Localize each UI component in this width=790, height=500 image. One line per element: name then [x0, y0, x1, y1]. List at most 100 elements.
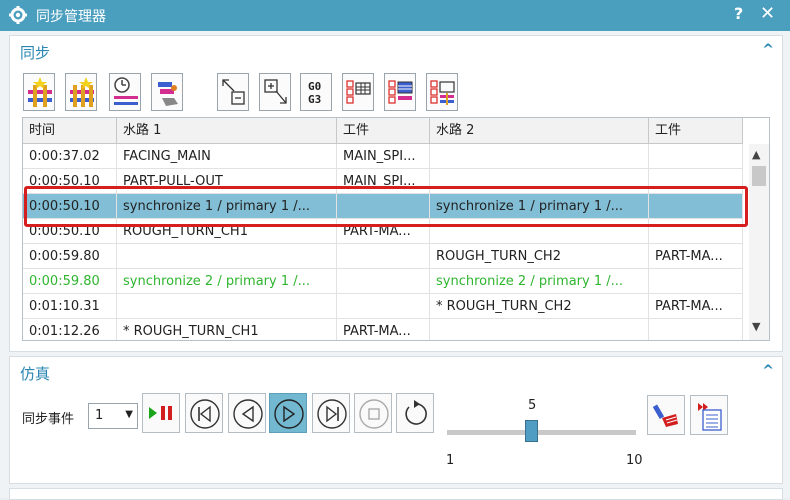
- table-cell-time: 0:00:50.10: [23, 194, 117, 219]
- clock-icon: [114, 77, 138, 105]
- play-pause-button[interactable]: [142, 393, 180, 433]
- table-cell-wp1: [337, 269, 430, 294]
- table-row[interactable]: 0:00:50.10 PART-PULL-OUT MAIN_SPI...: [23, 169, 743, 194]
- expand-view-button[interactable]: [259, 73, 291, 111]
- machine-tool-icon: [652, 404, 678, 427]
- speed-slider-track[interactable]: [447, 430, 636, 435]
- table-cell-wp2: [649, 194, 743, 219]
- column-header-time[interactable]: 时间: [23, 118, 117, 144]
- table-cell-time: 0:01:10.31: [23, 294, 117, 319]
- table-cell-ch1: ROUGH_TURN_CH1: [117, 219, 337, 244]
- table-cell-wp1: MAIN_SPI...: [337, 144, 430, 169]
- add-sync-point-button[interactable]: [23, 73, 55, 111]
- g0-g3-button[interactable]: G0 G3: [300, 73, 332, 111]
- add-sync-ops-button[interactable]: [65, 73, 97, 111]
- table-row[interactable]: 0:00:59.80 ROUGH_TURN_CH2 PART-MA...: [23, 244, 743, 269]
- table-cell-wp1: [337, 244, 430, 269]
- window-title: 同步管理器: [36, 9, 106, 25]
- table-cell-ch1: * ROUGH_TURN_CH1: [117, 319, 337, 340]
- table-cell-time: 0:00:59.80: [23, 269, 117, 294]
- table-row[interactable]: 0:01:12.26 * ROUGH_TURN_CH1 PART-MA...: [23, 319, 743, 340]
- arrow-down-right-box-icon: [264, 79, 287, 104]
- sync-event-select[interactable]: 1 ▼: [88, 403, 138, 429]
- column-header-channel-2[interactable]: 水路 2: [430, 118, 649, 144]
- add-sync-point-icon: [28, 77, 52, 107]
- table-header: 时间 水路 1 工件 水路 2 工件: [23, 118, 743, 144]
- close-button[interactable]: ✕: [760, 3, 775, 24]
- table-cell-wp1: MAIN_SPI...: [337, 169, 430, 194]
- step-forward-button[interactable]: [269, 393, 307, 433]
- table-cell-wp2: [649, 219, 743, 244]
- collapse-view-button[interactable]: [217, 73, 249, 111]
- table-cell-ch2: [430, 219, 649, 244]
- title-bar[interactable]: 同步管理器 ? ✕: [0, 0, 790, 31]
- table-scrollbar[interactable]: ▲ ▼: [749, 144, 769, 340]
- table-cell-ch1: synchronize 2 / primary 1 /...: [117, 269, 337, 294]
- scroll-up-icon[interactable]: ▲: [752, 148, 760, 161]
- speed-slider-thumb[interactable]: [525, 420, 538, 442]
- stop-button[interactable]: [354, 393, 392, 433]
- column-header-channel-1[interactable]: 水路 1: [117, 118, 337, 144]
- table-cell-ch2: [430, 319, 649, 340]
- first-step-button[interactable]: [185, 393, 223, 433]
- arrow-up-left-box-icon: [222, 79, 245, 105]
- simulation-section-title: 仿真: [20, 365, 51, 383]
- table-cell-wp2: PART-MA...: [649, 244, 743, 269]
- table-cell-ch2: * ROUGH_TURN_CH2: [430, 294, 649, 319]
- list-view-button[interactable]: [342, 73, 374, 111]
- channel-grid-icon: [430, 80, 455, 105]
- table-row[interactable]: 0:01:10.31 * ROUGH_TURN_CH2 PART-MA...: [23, 294, 743, 319]
- scroll-down-icon[interactable]: ▼: [752, 320, 760, 333]
- table-cell-wp2: PART-MA...: [649, 294, 743, 319]
- table-cell-ch1: FACING_MAIN: [117, 144, 337, 169]
- event-list-button[interactable]: [690, 395, 728, 435]
- timing-button[interactable]: [109, 73, 141, 111]
- table-row[interactable]: 0:00:50.10 ROUGH_TURN_CH1 PART-MA...: [23, 219, 743, 244]
- channel-view-button[interactable]: [426, 73, 458, 111]
- step-back-button[interactable]: [228, 393, 266, 433]
- collapse-sync-caret-icon[interactable]: ^: [762, 42, 774, 58]
- simulation-settings-button[interactable]: [647, 395, 685, 435]
- step-back-icon: [233, 399, 263, 429]
- help-button[interactable]: ?: [734, 4, 743, 23]
- table-row[interactable]: 0:00:50.10 synchronize 1 / primary 1 /...…: [23, 194, 743, 219]
- column-header-workpiece-2[interactable]: 工件: [649, 118, 743, 144]
- stop-icon: [359, 399, 389, 429]
- table-row[interactable]: 0:00:59.80 synchronize 2 / primary 1 /...…: [23, 269, 743, 294]
- step-forward-icon: [274, 399, 304, 429]
- reset-icon: [405, 400, 427, 425]
- sync-settings-button[interactable]: [151, 73, 183, 111]
- sync-event-label: 同步事件: [22, 412, 75, 427]
- sync-settings-icon: [158, 82, 178, 106]
- chevron-down-icon: ▼: [125, 409, 133, 420]
- sync-manager-window: 同步管理器 ? ✕ 同步 ^ G0 G3 时间 水路 1 工件 水路 2 工件 …: [0, 0, 790, 500]
- table-cell-ch2: synchronize 2 / primary 1 /...: [430, 269, 649, 294]
- table-cell-wp2: [649, 144, 743, 169]
- scroll-thumb[interactable]: [752, 166, 766, 186]
- table-cell-time: 0:00:50.10: [23, 169, 117, 194]
- gear-icon: [9, 6, 27, 24]
- table-cell-ch1: PART-PULL-OUT: [117, 169, 337, 194]
- table-cell-wp2: [649, 269, 743, 294]
- table-cell-ch1: [117, 244, 337, 269]
- list-view-alt-button[interactable]: [384, 73, 416, 111]
- slider-min-label: 1: [446, 453, 455, 468]
- sync-event-value: 1: [95, 408, 104, 423]
- column-header-workpiece-1[interactable]: 工件: [337, 118, 430, 144]
- table-cell-time: 0:01:12.26: [23, 319, 117, 340]
- table-cell-ch1: [117, 294, 337, 319]
- table-row[interactable]: 0:00:37.02 FACING_MAIN MAIN_SPI...: [23, 144, 743, 169]
- list-grid-icon: [346, 80, 371, 104]
- sync-table[interactable]: 时间 水路 1 工件 水路 2 工件 0:00:37.02 FACING_MAIN…: [22, 117, 770, 341]
- table-cell-wp2: [649, 319, 743, 340]
- add-sync-ops-icon: [70, 77, 94, 107]
- next-section-panel: [9, 488, 783, 500]
- table-cell-time: 0:00:50.10: [23, 219, 117, 244]
- skip-to-end-icon: [317, 399, 347, 429]
- table-cell-wp1: [337, 194, 430, 219]
- reset-button[interactable]: [396, 393, 434, 433]
- table-cell-wp1: [337, 294, 430, 319]
- collapse-simulation-caret-icon[interactable]: ^: [762, 363, 774, 379]
- last-step-button[interactable]: [312, 393, 350, 433]
- table-cell-ch1: synchronize 1 / primary 1 /...: [117, 194, 337, 219]
